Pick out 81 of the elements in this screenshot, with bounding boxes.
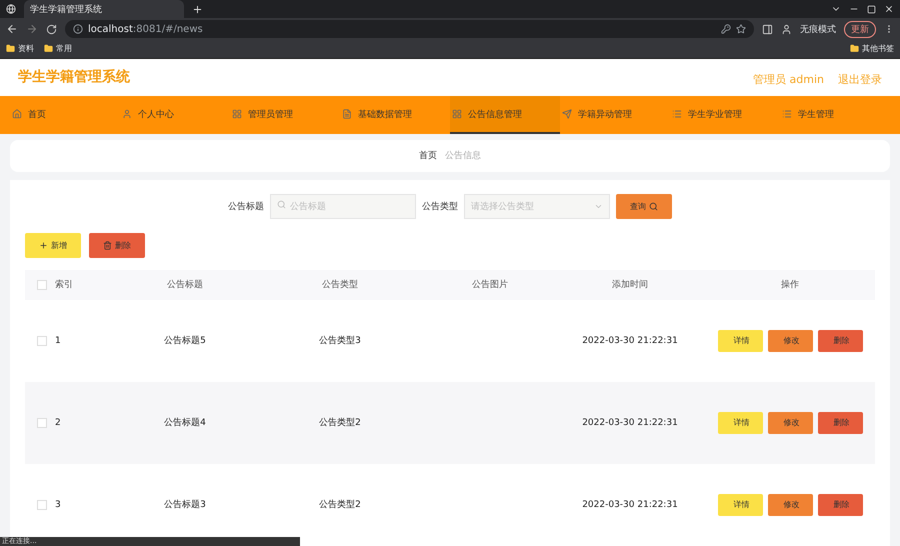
nav-item[interactable]: 管理员管理: [230, 96, 340, 134]
breadcrumb-current: 公告信息: [445, 150, 481, 162]
row-action-button[interactable]: 修改: [768, 330, 812, 352]
checkbox[interactable]: [37, 280, 47, 290]
grid-icon: [452, 109, 462, 120]
table-cell-text: 公告标题5: [163, 334, 207, 348]
search-icon: [649, 202, 658, 211]
bookmark[interactable]: 资料: [18, 43, 34, 54]
table-cell-text: 3: [55, 500, 62, 510]
table-cell-text: 公告类型3: [318, 334, 362, 348]
row-action-button[interactable]: 删除: [818, 330, 862, 352]
row-action-button[interactable]: 修改: [768, 412, 812, 434]
key-icon[interactable]: [721, 24, 731, 34]
incognito-icon[interactable]: [781, 24, 792, 35]
update-button[interactable]: 更新: [844, 20, 876, 38]
table-cell-text: 2022-03-30 21:22:31: [581, 336, 679, 346]
send-icon: [562, 109, 572, 120]
search-button[interactable]: 查询: [616, 194, 672, 219]
table-cell-text: 2022-03-30 21:22:31: [581, 500, 679, 510]
address-bar[interactable]: localhost:8081/#/news: [65, 20, 754, 38]
trash-icon: [103, 240, 112, 250]
checkbox[interactable]: [37, 418, 47, 428]
list-icon: [672, 109, 682, 120]
delete-button[interactable]: 删除: [89, 232, 145, 258]
forward-icon[interactable]: [26, 23, 38, 36]
column-header: 公告类型: [321, 278, 359, 292]
table-cell-text: 公告标题4: [163, 416, 207, 430]
checkbox[interactable]: [37, 500, 47, 510]
field-label: 公告类型: [422, 200, 458, 213]
new-tab-icon[interactable]: [192, 4, 203, 14]
breadcrumb-link[interactable]: 首页: [419, 149, 437, 162]
column-header: 公告标题: [166, 278, 204, 292]
search-icon: [277, 200, 286, 209]
row-action-button[interactable]: 详情: [718, 412, 762, 434]
star-icon[interactable]: [736, 24, 746, 34]
row-action-button[interactable]: 删除: [818, 494, 862, 516]
home-icon: [12, 109, 22, 120]
row-action-button[interactable]: 详情: [718, 494, 762, 516]
column-header: 索引: [55, 278, 74, 292]
browser-tab[interactable]: 学生学籍管理系统: [24, 0, 184, 18]
nav-item[interactable]: 公告信息管理: [450, 96, 560, 134]
table-cell-text: 公告类型2: [318, 498, 362, 512]
document-icon: [342, 109, 352, 120]
bookmark[interactable]: 常用: [56, 43, 72, 54]
grid-icon: [232, 109, 242, 120]
table-cell-text: 公告类型2: [318, 416, 362, 430]
folder-icon: [850, 44, 859, 54]
table-cell-text: 2: [55, 418, 62, 428]
field-label: 公告标题: [228, 200, 264, 213]
nav-item[interactable]: 首页: [10, 96, 120, 134]
bookmark[interactable]: 其他书签: [862, 43, 894, 54]
sidebar-icon[interactable]: [762, 24, 773, 35]
maximize-icon[interactable]: [867, 4, 876, 14]
back-icon[interactable]: [6, 23, 18, 36]
globe-icon: [6, 4, 16, 14]
reload-icon[interactable]: [46, 24, 57, 35]
app-title: 学生学籍管理系统: [18, 68, 130, 86]
checkbox[interactable]: [37, 336, 47, 346]
plus-icon: [39, 240, 48, 250]
nav-item[interactable]: 基础数据管理: [340, 96, 450, 134]
nav-item[interactable]: 学生学业管理: [670, 96, 780, 134]
row-action-button[interactable]: 删除: [818, 412, 862, 434]
info-icon: [73, 24, 83, 34]
column-header: 公告图片: [471, 278, 509, 292]
table-cell-text: 1: [55, 336, 62, 346]
nav-item[interactable]: 个人中心: [120, 96, 230, 134]
table-cell-text: 公告标题3: [163, 498, 207, 512]
close-icon[interactable]: [884, 4, 894, 14]
list-icon: [782, 109, 792, 120]
add-button[interactable]: 新增: [25, 232, 81, 258]
nav-item[interactable]: 学籍异动管理: [560, 96, 670, 134]
profile-label: 无痕模式: [800, 24, 836, 36]
row-action-button[interactable]: 修改: [768, 494, 812, 516]
column-header: 操作: [780, 278, 800, 292]
row-action-button[interactable]: 详情: [718, 330, 762, 352]
folder-icon: [44, 44, 53, 54]
user-icon: [122, 109, 132, 120]
nav-item[interactable]: 学生管理: [780, 96, 890, 134]
table-cell-text: 2022-03-30 21:22:31: [581, 418, 679, 428]
folder-icon: [6, 44, 15, 54]
column-header: 添加时间: [611, 278, 649, 292]
